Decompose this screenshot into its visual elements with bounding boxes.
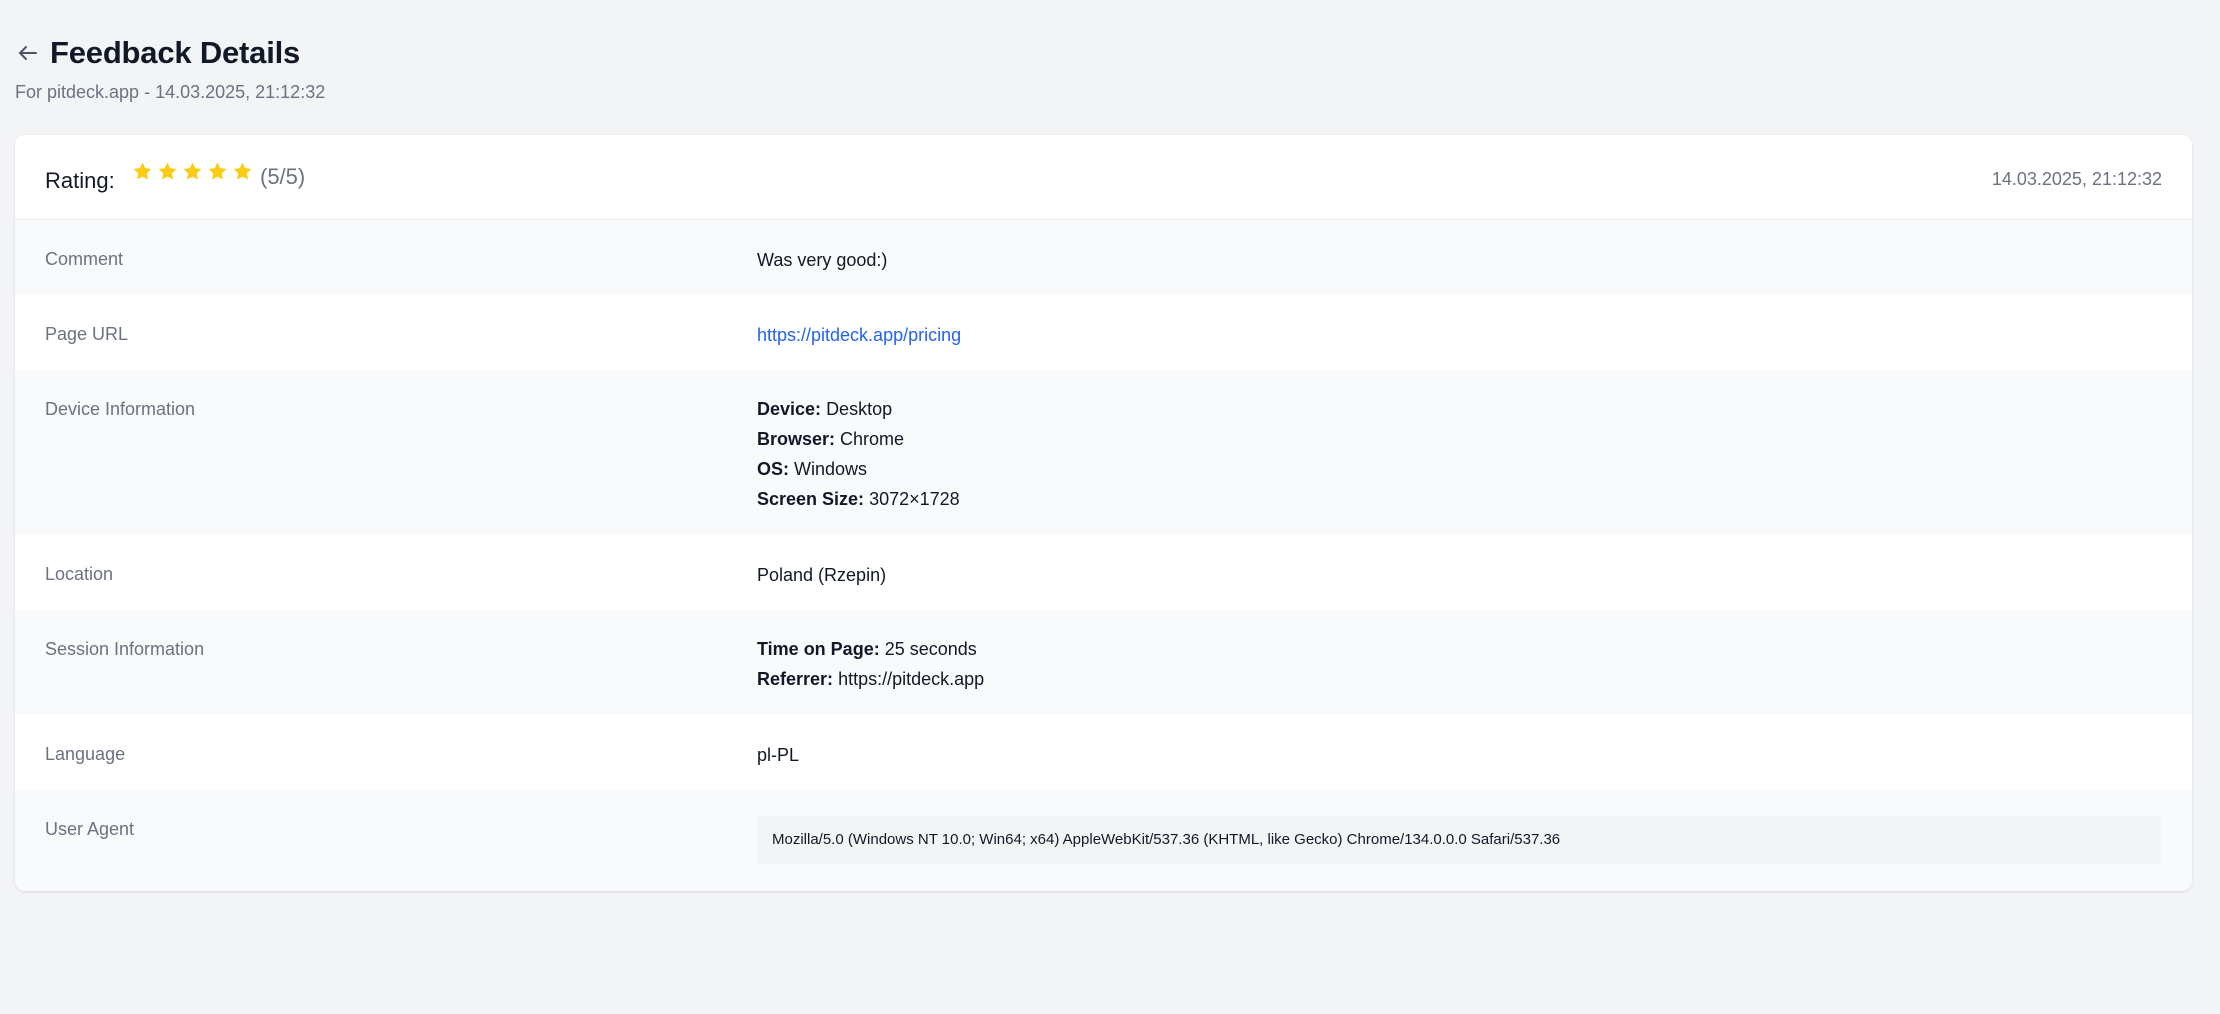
user-agent-label: User Agent <box>45 819 135 839</box>
page-url-link[interactable]: https://pitdeck.app/pricing <box>757 325 961 345</box>
page-header: Feedback Details For pitdeck.app - 14.03… <box>15 0 2192 135</box>
os-value: Windows <box>794 459 868 479</box>
language-value: pl-PL <box>757 745 800 765</box>
time-on-page-key: Time on Page: <box>757 639 880 659</box>
detail-row-session: Session Information Time on Page: 25 sec… <box>15 610 2192 715</box>
referrer-value: https://pitdeck.app <box>838 669 985 689</box>
device-info-value: Device: Desktop Browser: Chrome OS: Wind… <box>757 394 960 514</box>
rating-count: (5/5) <box>260 164 306 189</box>
page-url-label: Page URL <box>45 324 129 344</box>
screen-size-value: 3072×1728 <box>869 489 960 509</box>
screen-size-key: Screen Size: <box>757 489 865 509</box>
feedback-details-page: Feedback Details For pitdeck.app - 14.03… <box>15 0 2192 891</box>
time-on-page-line: Time on Page: 25 seconds <box>757 634 984 664</box>
detail-row-location: Location Poland (Rzepin) <box>15 535 2192 610</box>
device-key: Device: <box>757 399 822 419</box>
detail-row-language: Language pl-PL <box>15 715 2192 790</box>
detail-row-page-url: Page URL https://pitdeck.app/pricing <box>15 295 2192 370</box>
referrer-line: Referrer: https://pitdeck.app <box>757 664 984 694</box>
time-on-page-value: 25 seconds <box>884 639 977 659</box>
detail-row-device: Device Information Device: Desktop Brows… <box>15 370 2192 535</box>
screen-size-line: Screen Size: 3072×1728 <box>757 484 960 514</box>
comment-label: Comment <box>45 249 124 269</box>
page-title: Feedback Details <box>50 35 301 70</box>
language-label: Language <box>45 744 126 764</box>
star-icon <box>233 162 252 180</box>
browser-value: Chrome <box>840 429 905 449</box>
feedback-card: Rating: (5/5) 14.03.2025, 21:12:32 Comme… <box>15 135 2192 891</box>
star-icon <box>183 162 202 180</box>
rating-header: Rating: (5/5) 14.03.2025, 21:12:32 <box>15 135 2192 220</box>
back-button[interactable] <box>15 40 41 66</box>
location-label: Location <box>45 564 114 584</box>
detail-row-comment: Comment Was very good:) <box>15 220 2192 295</box>
device-info-label: Device Information <box>45 399 196 419</box>
location-value: Poland (Rzepin) <box>757 565 887 585</box>
browser-key: Browser: <box>757 429 836 449</box>
device-line: Device: Desktop <box>757 394 960 424</box>
star-icon <box>133 162 152 180</box>
rating-stars <box>132 161 253 182</box>
os-key: OS: <box>757 459 790 479</box>
detail-row-user-agent: User Agent Mozilla/5.0 (Windows NT 10.0;… <box>15 790 2192 891</box>
session-info-label: Session Information <box>45 639 205 659</box>
star-icon <box>158 162 177 180</box>
device-value: Desktop <box>826 399 893 419</box>
os-line: OS: Windows <box>757 454 960 484</box>
feedback-timestamp: 14.03.2025, 21:12:32 <box>1991 169 2162 189</box>
arrow-left-icon <box>19 46 37 60</box>
comment-value: Was very good:) <box>757 250 888 270</box>
rating-label: Rating: <box>45 168 115 193</box>
star-icon <box>208 162 227 180</box>
referrer-key: Referrer: <box>757 669 834 689</box>
browser-line: Browser: Chrome <box>757 424 960 454</box>
page-subtitle: For pitdeck.app - 14.03.2025, 21:12:32 <box>15 82 326 102</box>
session-info-value: Time on Page: 25 seconds Referrer: https… <box>757 634 984 694</box>
user-agent-value: Mozilla/5.0 (Windows NT 10.0; Win64; x64… <box>757 816 2161 864</box>
